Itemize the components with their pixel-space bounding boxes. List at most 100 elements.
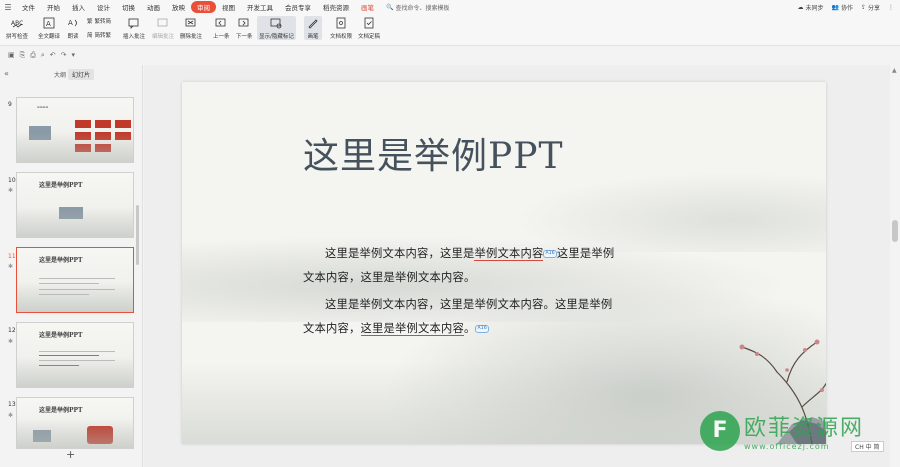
collapse-panel-icon[interactable]: « — [4, 69, 9, 78]
more-icon[interactable]: ⋮ — [888, 4, 894, 11]
doc-permission-button[interactable]: 文档权限 — [330, 16, 352, 40]
watermark-cn: 欧菲资源网 — [744, 416, 865, 441]
comment-edit-icon — [156, 16, 170, 29]
menu-right: ☁ 未同步 👥 协作 ⇪ 分享 ⋮ — [797, 0, 894, 14]
slide-paragraph-1[interactable]: 这里是举例文本内容，这里是举例文本内容 A16 这里是举例文本内容，这里是举例文本内… — [303, 242, 623, 290]
menu-pen[interactable]: 画笔 — [355, 2, 380, 12]
sync-status[interactable]: ☁ 未同步 — [797, 3, 823, 12]
slide-number: 12 — [8, 327, 16, 334]
menu-insert[interactable]: 插入 — [66, 2, 91, 12]
marked-text: 举例文本内容 — [474, 247, 544, 261]
share-button[interactable]: ⇪ 分享 — [861, 3, 880, 12]
animation-star-icon: ✱ — [8, 263, 14, 270]
menu-transition[interactable]: 切换 — [116, 2, 141, 12]
next-comment-button[interactable]: 下一条 — [236, 16, 253, 40]
translate-button[interactable]: A 全文翻译 — [38, 16, 60, 40]
menu-bar: ☰ 文件 开始 插入 设计 切换 动画 放映 审阅 视图 开发工具 会员专享 稻… — [0, 0, 900, 14]
thumb-title: 这里是举例PPT — [39, 332, 83, 339]
slide-thumb-11[interactable]: 这里是举例PPT — [16, 247, 134, 313]
svg-text:A: A — [46, 20, 51, 28]
thumb-mist — [17, 357, 133, 387]
edit-comment-button[interactable]: 编辑批注 — [152, 16, 174, 40]
thumb-text-line — [39, 351, 115, 352]
cloud-icon: ☁ — [797, 3, 804, 11]
slide-number: 9 — [8, 101, 12, 108]
thumb-mist — [17, 282, 133, 312]
menu-home[interactable]: 开始 — [41, 2, 66, 12]
prev-comment-icon — [214, 16, 228, 29]
read-aloud-button[interactable]: A 朗读 — [66, 16, 80, 41]
customize-icon[interactable]: ▾ — [72, 51, 76, 59]
slide-number: 13 — [8, 401, 16, 408]
command-search-label: 查找命令、搜索模板 — [395, 4, 450, 12]
tab-outline[interactable]: 大纲 — [50, 69, 70, 80]
menu-member[interactable]: 会员专享 — [279, 2, 317, 12]
spell-check-icon: ABC — [10, 16, 24, 29]
show-hide-markup-button[interactable]: 显示/隐藏标记 — [257, 16, 296, 40]
ribbon-review: ABC 拼写检查 A 全文翻译 A 朗读 繁繁转简 简简转繁 插入批注 编辑批注… — [0, 14, 900, 46]
menu-view[interactable]: 视图 — [216, 2, 241, 12]
insert-comment-button[interactable]: 插入批注 — [123, 16, 145, 40]
thumb-mist — [17, 418, 133, 448]
hamburger-icon[interactable]: ☰ — [0, 3, 16, 12]
export-pdf-icon[interactable]: ⎘ — [20, 51, 26, 60]
markup-icon — [269, 16, 283, 29]
menu-design[interactable]: 设计 — [91, 2, 116, 12]
panel-scrollbar[interactable] — [136, 205, 139, 265]
slide-title[interactable]: 这里是举例PPT — [303, 127, 563, 179]
command-search[interactable]: 🔍 查找命令、搜索模板 — [386, 3, 450, 12]
canvas-scrollbar[interactable]: ▲ — [890, 65, 900, 467]
slide-thumb-9[interactable]: ▬▬▬▬ — [16, 97, 134, 163]
share-icon: ⇪ — [860, 3, 866, 11]
menu-slideshow[interactable]: 放映 — [166, 2, 191, 12]
comment-marker[interactable]: A16 — [475, 325, 489, 333]
scrollbar-thumb[interactable] — [892, 220, 898, 242]
slide-thumb-10[interactable]: 这里是举例PPT — [16, 172, 134, 238]
thumb-text-line — [39, 278, 115, 279]
comment-marker[interactable]: A16 — [543, 250, 557, 258]
thumb-block — [75, 120, 91, 128]
search-icon: 🔍 — [386, 3, 394, 11]
slide-thumb-13[interactable]: 这里是举例PPT — [16, 397, 134, 449]
scroll-up-icon[interactable]: ▲ — [892, 67, 897, 74]
animation-star-icon: ✱ — [8, 412, 14, 419]
slide-number: 11 — [8, 253, 16, 260]
tab-slides[interactable]: 幻灯片 — [68, 69, 95, 80]
redo-icon[interactable]: ↷ — [61, 51, 67, 59]
print-icon[interactable]: ⎙ — [30, 51, 36, 60]
next-comment-icon — [237, 16, 251, 29]
para-text: 。 — [463, 322, 476, 335]
menu-developer[interactable]: 开发工具 — [241, 2, 279, 12]
collab-button[interactable]: 👥 协作 — [831, 3, 853, 12]
spell-check-button[interactable]: ABC 拼写检查 — [6, 16, 28, 41]
print-preview-icon[interactable]: ⌕ — [41, 51, 45, 60]
thumb-title: ▬▬▬▬ — [37, 105, 49, 109]
current-slide[interactable]: 这里是举例PPT 这里是举例文本内容，这里是举例文本内容 A16 这里是举例文本内容… — [182, 82, 826, 444]
trad-to-simp-button[interactable]: 繁繁转简 — [87, 17, 111, 25]
menu-review[interactable]: 审阅 — [191, 1, 216, 13]
thumb-block — [95, 120, 111, 128]
delete-comment-button[interactable]: 删除批注 — [180, 16, 202, 40]
doc-final-button[interactable]: 文档定稿 — [358, 16, 380, 40]
prev-comment-button[interactable]: 上一条 — [213, 16, 230, 40]
simp-to-trad-button[interactable]: 简简转繁 — [87, 31, 111, 39]
menu-docer[interactable]: 稻壳资源 — [317, 2, 355, 12]
animation-star-icon: ✱ — [8, 187, 14, 194]
watermark-logo: F — [700, 410, 740, 451]
undo-icon[interactable]: ↶ — [50, 51, 56, 59]
simp-icon: 简 — [87, 33, 93, 39]
pen-button[interactable]: 画笔 — [304, 16, 322, 40]
menu-animation[interactable]: 动画 — [141, 2, 166, 12]
save-icon[interactable]: ▣ — [8, 51, 15, 59]
menu-file[interactable]: 文件 — [16, 2, 41, 12]
slide-panel: « 大纲 幻灯片 9 ▬▬▬▬ 10 ✱ 这里是举例PPT 11 ✱ 这里是举例… — [0, 65, 143, 467]
para-text: 这里是举例文本内容，这里是 — [325, 247, 475, 260]
pen-icon — [306, 16, 320, 29]
quick-access-toolbar: ▣ ⎘ ⎙ ⌕ ↶ ↷ ▾ — [0, 47, 150, 63]
add-slide-icon[interactable]: + — [66, 448, 75, 461]
animation-star-icon: ✱ — [8, 338, 14, 345]
thumb-mist — [17, 132, 133, 162]
panel-tabs: « 大纲 幻灯片 — [0, 69, 143, 81]
slide-paragraph-2[interactable]: 这里是举例文本内容，这里是举例文本内容。这里是举例文本内容，这里是举例文本内容。… — [303, 293, 623, 341]
slide-thumb-12[interactable]: 这里是举例PPT — [16, 322, 134, 388]
